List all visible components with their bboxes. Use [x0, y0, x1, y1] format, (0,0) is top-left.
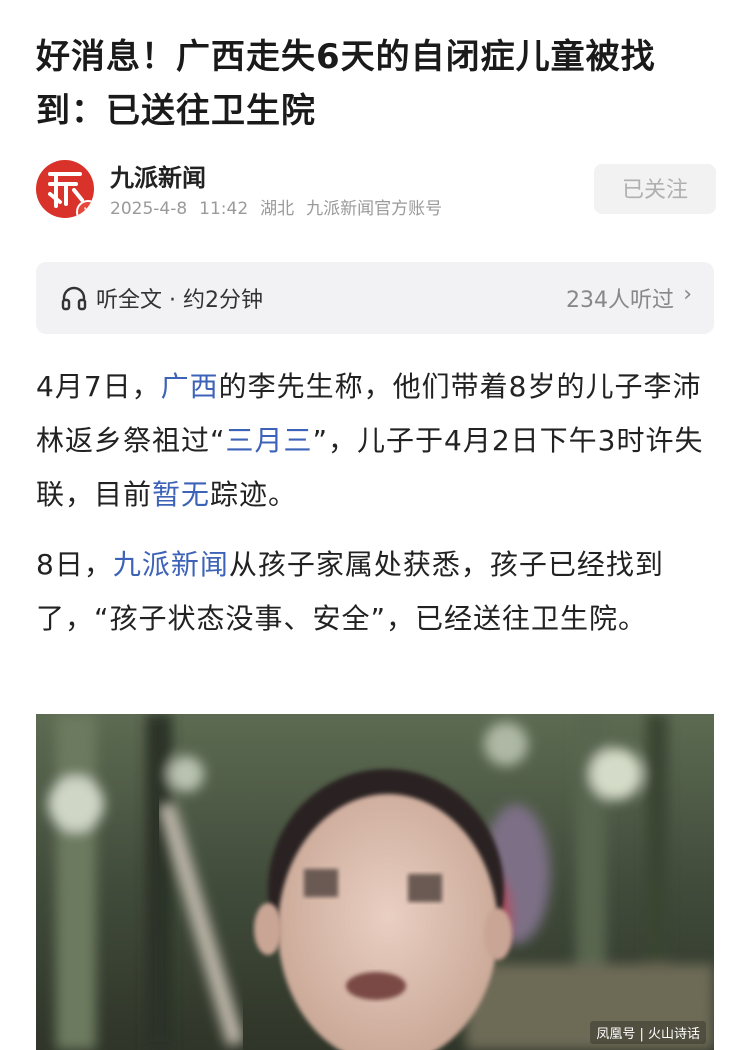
source-avatar[interactable]: V: [36, 160, 94, 218]
link-zanwu[interactable]: 暂无: [152, 478, 210, 511]
article-title: 好消息！广西走失6天的自闭症儿童被找到：已送往卫生院: [36, 37, 656, 131]
article-page: 好消息！广西走失6天的自闭症儿童被找到：已送往卫生院 V 九派新闻 2025-4…: [0, 0, 750, 1050]
follow-button[interactable]: 已关注: [594, 164, 716, 214]
paragraph-2: 8日，九派新闻从孩子家属处获悉，孩子已经找到了，“孩子状态没事、安全”，已经送往…: [36, 538, 716, 646]
publish-date: 2025-4-8: [110, 199, 188, 219]
publish-time: 11:42: [199, 199, 249, 219]
link-sanyuesan[interactable]: 三月三: [226, 424, 313, 457]
text: 4月7日，: [36, 370, 161, 403]
headphones-icon: [61, 286, 87, 311]
source-meta: 2025-4-8 11:42 湖北 九派新闻官方账号: [110, 194, 454, 219]
article-photo[interactable]: 凤凰号 | 火山诗话: [36, 714, 714, 1050]
paragraph-1: 4月7日，广西的李先生称，他们带着8岁的儿子李沛林返乡祭祖过“三月三”，儿子于4…: [36, 360, 716, 522]
publish-location: 湖北: [260, 199, 295, 219]
listen-bar[interactable]: 听全文 · 约2分钟 234人听过 ›: [36, 262, 714, 334]
link-jiupai[interactable]: 九派新闻: [113, 548, 229, 581]
listen-label: 听全文 · 约2分钟: [96, 288, 263, 313]
watermark: 凤凰号 | 火山诗话: [590, 1021, 706, 1044]
account-type: 九派新闻官方账号: [306, 199, 443, 219]
text: 8日，: [36, 548, 113, 581]
chevron-right-icon: ›: [683, 282, 692, 307]
listen-count: 234人听过: [566, 288, 674, 313]
photo-icon: [36, 714, 714, 1050]
link-guangxi[interactable]: 广西: [161, 370, 219, 403]
verified-badge-icon: V: [76, 200, 94, 218]
text: 踪迹。: [210, 478, 298, 511]
source-name[interactable]: 九派新闻: [110, 158, 206, 193]
source-row: V 九派新闻 2025-4-8 11:42 湖北 九派新闻官方账号 已关注: [36, 158, 716, 222]
